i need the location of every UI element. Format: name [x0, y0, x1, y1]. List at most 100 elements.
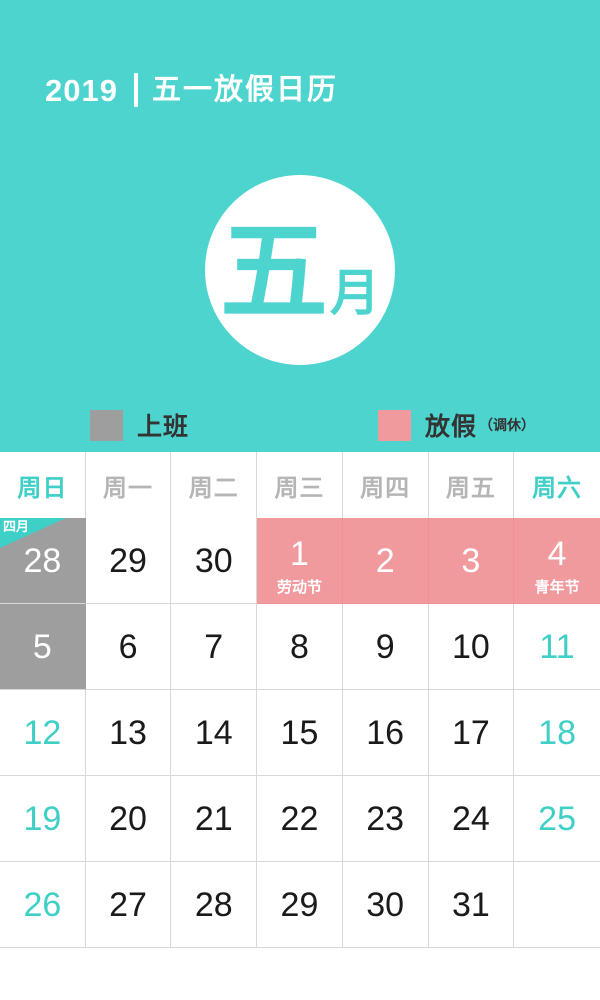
- calendar-day-cell[interactable]: 10: [428, 604, 515, 690]
- weekday-header-label: 周二: [188, 474, 239, 502]
- calendar-day-number: 15: [280, 713, 319, 752]
- weekday-header-0: 周日: [0, 452, 86, 518]
- weekday-header-6: 周六: [514, 452, 600, 518]
- calendar-day-cell[interactable]: 13: [85, 690, 172, 776]
- weekday-header-label: 周五: [445, 474, 496, 502]
- calendar-day-number: 7: [204, 627, 224, 666]
- calendar-day-number: 8: [290, 627, 309, 666]
- calendar-day-number: 13: [109, 713, 147, 752]
- weekday-header-label: 周六: [532, 474, 583, 502]
- calendar-week-row: 四月 28 29 30 1 劳动节 2 3 4 青年节: [0, 518, 600, 604]
- month-badge-inner: 五 月: [220, 218, 380, 326]
- calendar-day-number: 21: [194, 799, 233, 838]
- calendar-day-cell[interactable]: 14: [171, 690, 258, 776]
- calendar-day-number: 23: [366, 799, 405, 838]
- calendar-day-cell[interactable]: 15: [257, 690, 343, 776]
- date-rows: 四月 28 29 30 1 劳动节 2 3 4 青年节 5 6 7 8 9 10 11 12 13 14 15 16 17 1…: [0, 518, 600, 948]
- title-year: 2019: [45, 72, 118, 108]
- calendar-day-cell[interactable]: 22: [257, 776, 343, 862]
- calendar-day-cell[interactable]: 12: [0, 690, 86, 776]
- calendar-day-number: 28: [194, 885, 233, 924]
- calendar-day-number: 5: [32, 627, 52, 666]
- calendar-day-cell[interactable]: 11: [514, 604, 600, 690]
- calendar-day-cell[interactable]: 19: [0, 776, 86, 862]
- calendar-grid: 周日 周一 周二 周三 周四 周五 周六 四月 28 29 30 1 劳动节 2 3 4 青年节 5 6 7 8 9 10…: [0, 452, 600, 948]
- calendar-day-number: 9: [375, 627, 395, 666]
- calendar-day-cell[interactable]: 29: [257, 862, 343, 948]
- month-badge: 五 月: [205, 175, 395, 365]
- calendar-day-note: 劳动节: [276, 579, 322, 596]
- legend-label-work: 上班: [137, 413, 190, 441]
- calendar-day-number: 16: [366, 713, 405, 752]
- calendar-day-cell[interactable]: 30: [342, 862, 429, 948]
- weekday-header-label: 周一: [103, 474, 154, 502]
- page-title: 2019 五一放假日历: [45, 68, 338, 112]
- calendar-day-cell[interactable]: 17: [428, 690, 515, 776]
- legend-swatch-off-icon: [378, 409, 411, 441]
- calendar-day-cell[interactable]: 30: [171, 518, 258, 604]
- calendar-day-number: 2: [375, 541, 395, 580]
- calendar-day-number: 17: [451, 713, 490, 752]
- calendar-day-number: 12: [23, 713, 62, 752]
- prev-month-ribbon-label: 四月: [3, 519, 30, 534]
- calendar-week-row: 12 13 14 15 16 17 18: [0, 690, 600, 776]
- calendar-day-number: 6: [118, 627, 138, 666]
- calendar-day-number: 31: [451, 885, 490, 924]
- calendar-day-number: 3: [461, 541, 481, 580]
- calendar-day-cell[interactable]: 31: [428, 862, 515, 948]
- calendar-day-cell[interactable]: 26: [0, 862, 86, 948]
- calendar-day-cell[interactable]: 1 劳动节: [257, 518, 343, 604]
- calendar-day-cell[interactable]: 20: [85, 776, 172, 862]
- weekday-header-2: 周二: [171, 452, 258, 518]
- weekday-header-label: 周三: [274, 474, 325, 502]
- calendar-day-number: 20: [109, 799, 147, 838]
- calendar-day-number: 27: [109, 885, 147, 924]
- calendar-day-number: 28: [23, 541, 62, 580]
- calendar-day-cell[interactable]: 6: [85, 604, 172, 690]
- calendar-day-number: 1: [290, 534, 309, 573]
- title-divider: [133, 73, 138, 107]
- calendar-day-cell[interactable]: 9: [342, 604, 429, 690]
- calendar-day-number: 19: [23, 799, 62, 838]
- calendar-day-number: 14: [194, 713, 233, 752]
- calendar-day-cell[interactable]: 5: [0, 604, 86, 690]
- weekday-header-row: 周日 周一 周二 周三 周四 周五 周六: [0, 452, 600, 518]
- calendar-week-row: 26 27 28 29 30 31: [0, 862, 600, 948]
- calendar-week-row: 19 20 21 22 23 24 25: [0, 776, 600, 862]
- calendar-day-cell-empty: [514, 862, 600, 948]
- legend: 上班 放假 （调休）: [0, 406, 600, 444]
- calendar-day-number: 30: [194, 541, 233, 580]
- calendar-day-number: 24: [451, 799, 490, 838]
- weekday-header-3: 周三: [257, 452, 343, 518]
- calendar-day-cell[interactable]: 21: [171, 776, 258, 862]
- calendar-day-number: 29: [280, 885, 319, 924]
- weekday-header-1: 周一: [85, 452, 172, 518]
- weekday-header-5: 周五: [428, 452, 515, 518]
- calendar-day-cell[interactable]: 7: [171, 604, 258, 690]
- calendar-day-cell[interactable]: 18: [514, 690, 600, 776]
- calendar-day-cell[interactable]: 29: [85, 518, 172, 604]
- calendar-day-cell[interactable]: 24: [428, 776, 515, 862]
- calendar-day-cell[interactable]: 16: [342, 690, 429, 776]
- legend-item-off: 放假 （调休）: [378, 406, 535, 444]
- calendar-day-number: 29: [109, 541, 147, 580]
- calendar-day-cell[interactable]: 23: [342, 776, 429, 862]
- calendar-day-cell[interactable]: 27: [85, 862, 172, 948]
- legend-label-off: 放假: [425, 413, 478, 441]
- legend-swatch-work-icon: [90, 409, 123, 441]
- title-text: 五一放假日历: [151, 73, 338, 106]
- legend-item-work: 上班: [90, 406, 189, 444]
- legend-sublabel-off: （调休）: [479, 417, 536, 433]
- calendar-day-cell[interactable]: 8: [257, 604, 343, 690]
- calendar-day-cell[interactable]: 2: [342, 518, 429, 604]
- calendar-day-cell[interactable]: 25: [514, 776, 600, 862]
- calendar-day-cell[interactable]: 四月 28: [0, 518, 86, 604]
- calendar-day-number: 25: [538, 799, 576, 838]
- calendar-day-cell[interactable]: 3: [428, 518, 515, 604]
- calendar-day-number: 30: [366, 885, 405, 924]
- hero-banner: 2019 五一放假日历 五 月 上班 放假 （调休）: [0, 0, 600, 452]
- calendar-day-number: 10: [451, 627, 490, 666]
- calendar-day-cell[interactable]: 28: [171, 862, 258, 948]
- weekday-header-4: 周四: [342, 452, 429, 518]
- calendar-day-cell[interactable]: 4 青年节: [514, 518, 600, 604]
